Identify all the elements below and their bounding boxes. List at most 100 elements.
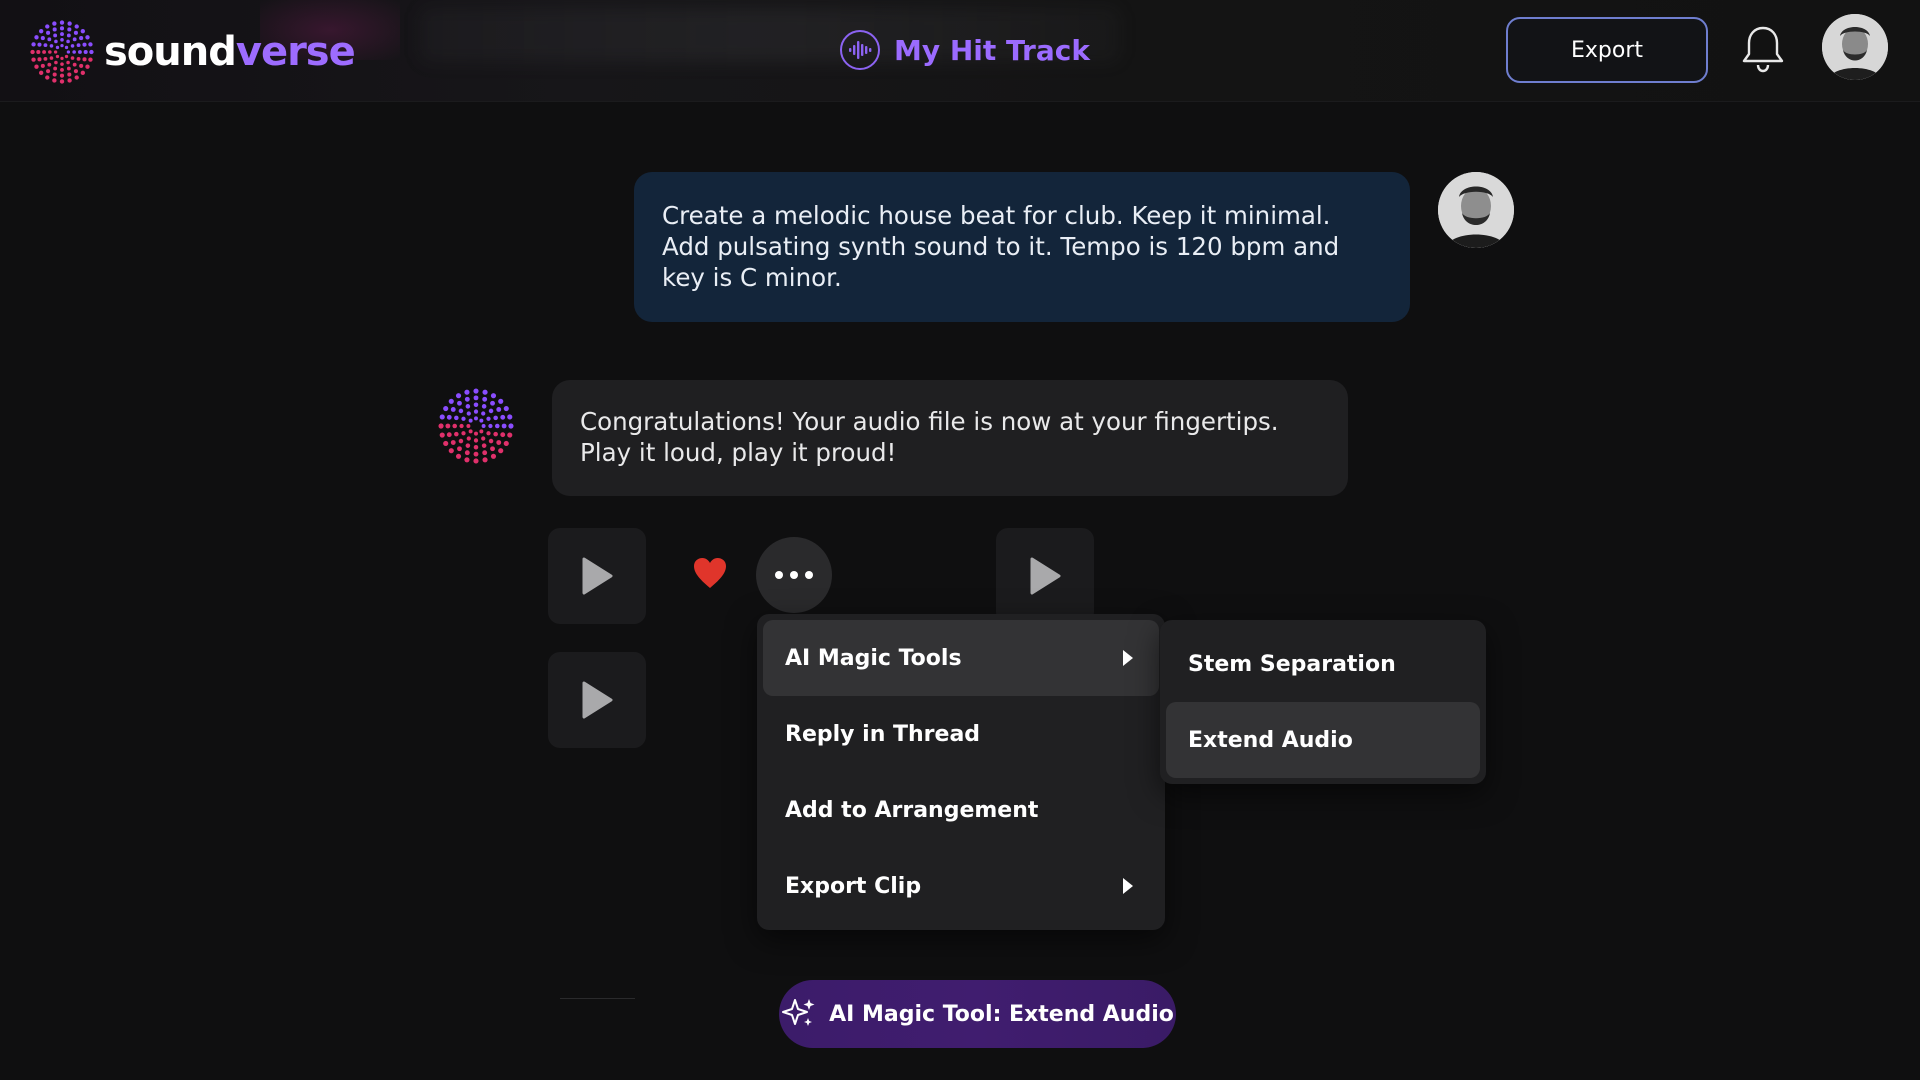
logo-dot xyxy=(443,440,449,447)
logo-dot xyxy=(59,73,65,78)
logo-dot xyxy=(46,30,51,35)
logo-dot xyxy=(76,43,81,48)
ai-magic-tool-pill[interactable]: AI Magic Tool: Extend Audio xyxy=(779,980,1176,1048)
logo-dot xyxy=(42,50,46,54)
logo-dot xyxy=(60,43,64,48)
menu-item-label: AI Magic Tools xyxy=(785,645,962,671)
menu-item-ai-magic-tools[interactable]: AI Magic Tools xyxy=(763,620,1159,696)
logo-dot xyxy=(49,56,54,60)
logo-dot xyxy=(457,400,462,406)
submenu-item-label: Stem Separation xyxy=(1188,651,1396,677)
logo-dot xyxy=(490,393,497,399)
logo-dot xyxy=(473,395,479,401)
logo-dot xyxy=(458,408,464,414)
soundverse-logo-icon xyxy=(30,20,94,84)
logo-dot xyxy=(452,423,457,429)
logo-dot xyxy=(443,405,449,412)
logo-dot xyxy=(52,78,57,83)
logo-dot xyxy=(445,423,451,429)
logo-dot xyxy=(493,415,498,421)
logo-dot xyxy=(466,411,471,416)
project-title: My Hit Track xyxy=(894,33,1090,67)
heart-icon[interactable] xyxy=(692,556,728,590)
logo-text-verse: verse xyxy=(235,29,356,75)
logo-dot xyxy=(496,407,502,412)
logo-dot xyxy=(82,57,87,62)
logo-dot xyxy=(48,50,52,54)
play-button-3[interactable] xyxy=(548,652,646,748)
logo-dot xyxy=(481,404,487,409)
more-options-button[interactable] xyxy=(756,537,832,613)
logo-dot xyxy=(496,440,502,445)
logo-dot xyxy=(49,44,54,48)
logo-dot xyxy=(85,35,90,40)
logo-dot xyxy=(448,398,454,404)
logo-dot xyxy=(466,436,471,441)
logo-dot xyxy=(493,431,498,437)
menu-item-export-clip[interactable]: Export Clip xyxy=(763,848,1159,924)
logo-dot xyxy=(459,423,464,429)
logo-dot xyxy=(89,49,94,55)
logo-dot xyxy=(88,42,93,47)
logo-dot xyxy=(45,75,50,80)
logo-dot xyxy=(474,431,478,436)
logo-dot xyxy=(468,429,473,434)
logo-dot xyxy=(454,431,459,437)
export-button[interactable]: Export xyxy=(1506,17,1708,83)
user-avatar-top[interactable] xyxy=(1822,14,1888,80)
logo-dot xyxy=(72,62,77,67)
logo-dot xyxy=(474,416,478,421)
logo-dot xyxy=(60,68,64,72)
logo-dot xyxy=(486,416,491,421)
logo-dot xyxy=(473,388,479,394)
logo-dot xyxy=(482,389,488,395)
logo-dot xyxy=(464,457,470,463)
logo-dot xyxy=(36,49,41,55)
logo-dot xyxy=(498,448,504,454)
logo-dot xyxy=(479,418,484,423)
menu-item-add-to-arrangement[interactable]: Add to Arrangement xyxy=(763,772,1159,848)
bell-icon[interactable] xyxy=(1740,24,1786,74)
logo-dot xyxy=(46,69,51,74)
soundverse-logo[interactable]: soundverse xyxy=(30,20,356,84)
menu-item-label: Reply in Thread xyxy=(785,721,981,747)
logo-dot xyxy=(500,432,506,438)
logo-dot xyxy=(31,57,36,62)
logo-dot xyxy=(59,20,65,25)
logo-dot xyxy=(439,414,445,420)
play-button-2[interactable] xyxy=(996,528,1094,624)
logo-dot xyxy=(53,33,58,38)
logo-dot xyxy=(52,21,57,26)
logo-dot xyxy=(501,423,507,429)
logo-dot xyxy=(82,42,87,47)
logo-dot xyxy=(66,60,70,65)
logo-dot xyxy=(481,443,487,448)
logo-dot xyxy=(72,50,76,54)
logo-dot xyxy=(473,438,479,443)
top-header: soundverse My Hit Track Export xyxy=(0,0,1920,102)
logo-dot xyxy=(47,62,52,67)
logo-dot xyxy=(39,70,44,75)
logo-dot xyxy=(464,396,470,402)
menu-item-label: Add to Arrangement xyxy=(785,797,1039,823)
logo-dot xyxy=(481,411,486,416)
menu-item-reply-in-thread[interactable]: Reply in Thread xyxy=(763,696,1159,772)
logo-dot xyxy=(465,404,471,409)
logo-dot xyxy=(508,423,514,429)
play-button-1[interactable] xyxy=(548,528,646,624)
submenu-item-stem-separation[interactable]: Stem Separation xyxy=(1166,626,1480,702)
soundverse-bot-avatar xyxy=(438,388,514,464)
play-icon xyxy=(582,557,613,595)
logo-dot xyxy=(490,400,495,406)
logo-dot xyxy=(52,27,57,32)
logo-dot xyxy=(67,72,72,77)
logo-dot xyxy=(60,62,64,66)
project-title-area[interactable]: My Hit Track xyxy=(840,30,1090,70)
logo-dot xyxy=(473,458,479,464)
submenu-item-extend-audio[interactable]: Extend Audio xyxy=(1166,702,1480,778)
logo-dot xyxy=(55,54,60,59)
logo-dot xyxy=(59,79,65,84)
logo-dot xyxy=(481,436,486,441)
logo-dot xyxy=(55,45,60,50)
logo-dot xyxy=(503,405,509,412)
